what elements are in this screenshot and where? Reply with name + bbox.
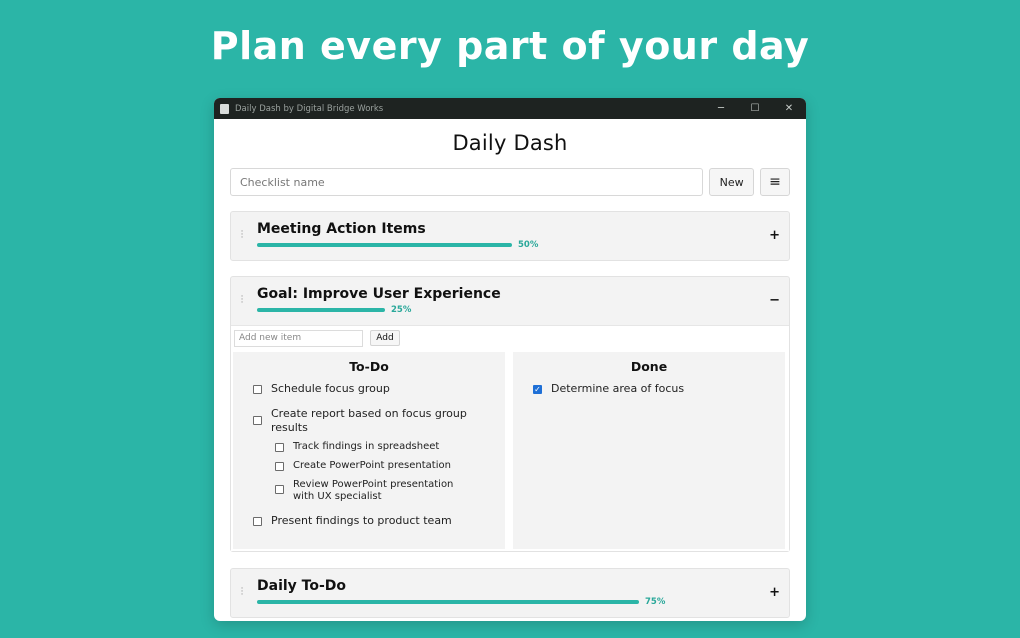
checkbox[interactable] [275, 443, 284, 452]
menu-icon[interactable]: ≡ [760, 168, 791, 196]
checked-checkbox-icon[interactable]: ✓ [533, 385, 542, 394]
checklist-title: Daily To-Do [257, 578, 347, 594]
new-button[interactable]: New [709, 168, 755, 196]
drag-handle-icon[interactable]: · · · [240, 293, 244, 308]
headline: Plan every part of your day [210, 24, 810, 68]
checklist-header[interactable]: · · · Daily To-Do 75% + [231, 569, 789, 617]
toolbar: New ≡ [230, 168, 791, 196]
close-button[interactable]: ✕ [772, 98, 806, 119]
item-label: Determine area of focus [551, 382, 685, 395]
subtask-item[interactable]: Create PowerPoint presentation [275, 460, 505, 472]
subtask-item[interactable]: Track findings in spreadsheet [275, 441, 505, 453]
item-label: Present findings to product team [271, 514, 452, 527]
app-title: Daily Dash [452, 131, 568, 155]
item-label: Review PowerPoint presentation with UX s… [293, 479, 454, 502]
drag-handle-icon[interactable]: · · · [240, 228, 244, 243]
subtask-item[interactable]: Review PowerPoint presentation with UX s… [275, 479, 465, 503]
progress-label: 75% [645, 597, 666, 607]
add-item-input[interactable] [234, 329, 363, 347]
expand-icon[interactable]: + [769, 228, 780, 243]
app-window: Daily Dash by Digital Bridge Works ─ ☐ ✕… [214, 98, 806, 621]
checklist-name-input[interactable] [230, 168, 704, 196]
item-label: Track findings in spreadsheet [293, 441, 440, 452]
checkbox[interactable] [253, 517, 262, 526]
item-label: Schedule focus group [271, 382, 390, 395]
todo-title: To-Do [349, 359, 389, 374]
item-label: Create PowerPoint presentation [293, 460, 451, 471]
minimize-button[interactable]: ─ [704, 98, 738, 119]
progress-bar [257, 600, 639, 604]
expand-icon[interactable]: + [769, 585, 780, 600]
title-bar: Daily Dash by Digital Bridge Works ─ ☐ ✕ [214, 98, 806, 119]
maximize-button[interactable]: ☐ [738, 98, 772, 119]
done-column: Done ✓ Determine area of focus [513, 352, 785, 549]
done-item[interactable]: ✓ Determine area of focus [533, 382, 785, 396]
todo-item[interactable]: Create report based on focus group resul… [253, 407, 473, 435]
checkbox[interactable] [275, 485, 284, 494]
collapse-icon[interactable]: − [769, 293, 780, 308]
app-icon [220, 103, 229, 114]
item-label: Create report based on focus group resul… [271, 407, 467, 434]
todo-item[interactable]: Present findings to product team [253, 514, 505, 528]
checklist-title: Meeting Action Items [257, 221, 426, 237]
window-title: Daily Dash by Digital Bridge Works [235, 103, 384, 114]
checklist-header[interactable]: · · · Meeting Action Items 50% + [231, 212, 789, 260]
progress-bar [257, 308, 385, 312]
done-title: Done [630, 359, 668, 374]
checklist-card: · · · Goal: Improve User Experience 25% − … [230, 276, 790, 552]
checkbox[interactable] [253, 385, 262, 394]
todo-item[interactable]: Schedule focus group [253, 382, 505, 396]
checklist-title: Goal: Improve User Experience [257, 286, 501, 302]
todo-column: To-Do Schedule focus group Create report… [233, 352, 505, 549]
checklist-header[interactable]: · · · Goal: Improve User Experience 25% − [231, 277, 789, 325]
checklist-body: Add To-Do Schedule focus group Crea [231, 325, 789, 551]
checkbox[interactable] [275, 462, 284, 471]
checklist-card: · · · Meeting Action Items 50% + [230, 211, 790, 261]
checkbox[interactable] [253, 416, 262, 425]
checklist-card: · · · Daily To-Do 75% + [230, 568, 790, 618]
progress-label: 25% [391, 305, 412, 315]
progress-label: 50% [518, 240, 539, 250]
drag-handle-icon[interactable]: · · · [240, 585, 244, 600]
add-item-button[interactable]: Add [370, 330, 400, 346]
progress-bar [257, 243, 512, 247]
